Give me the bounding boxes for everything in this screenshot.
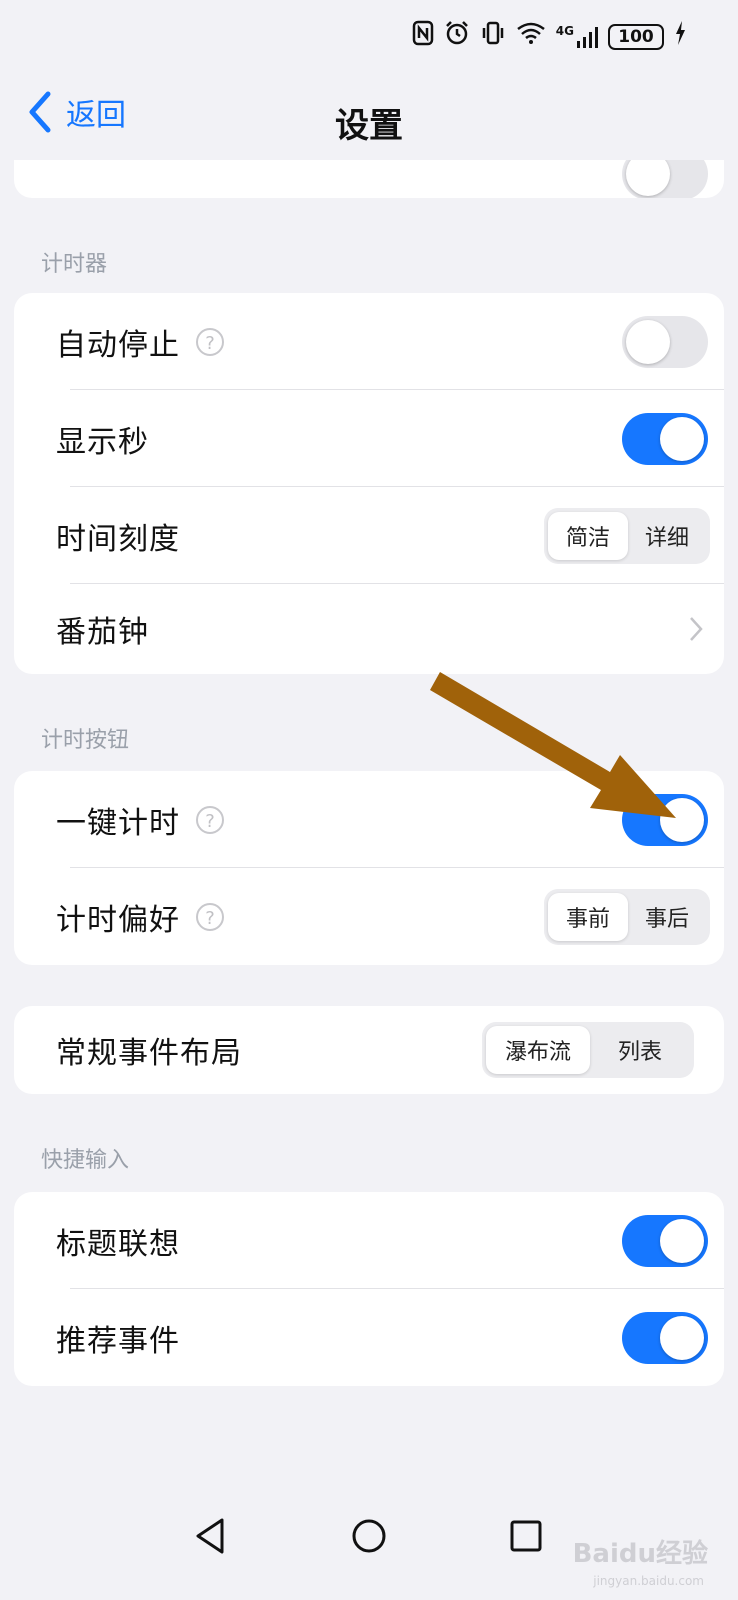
segment-option-list[interactable]: 列表 bbox=[590, 1026, 690, 1074]
event-layout-row: 常规事件布局 瀑布流 列表 bbox=[14, 1006, 724, 1094]
section-header-quick-input: 快捷输入 bbox=[41, 1148, 130, 1173]
quick-input-card: 标题联想 推荐事件 bbox=[14, 1192, 724, 1386]
back-triangle-icon[interactable] bbox=[192, 1516, 228, 1556]
title-suggest-label: 标题联想 bbox=[56, 1226, 180, 1262]
segment-option-detailed[interactable]: 详细 bbox=[628, 512, 706, 560]
page-title: 设置 bbox=[335, 106, 403, 146]
one-tap-toggle[interactable] bbox=[622, 793, 708, 846]
alarm-icon bbox=[444, 20, 470, 54]
segment-option-before[interactable]: 事前 bbox=[548, 892, 628, 941]
toggle-knob bbox=[660, 797, 704, 842]
show-seconds-row: 显示秒 bbox=[14, 390, 724, 487]
event-layout-segment: 瀑布流 列表 bbox=[482, 1022, 694, 1078]
wifi-icon bbox=[516, 21, 546, 53]
segment-option-waterfall[interactable]: 瀑布流 bbox=[486, 1026, 590, 1074]
toggle-knob bbox=[626, 319, 670, 364]
toggle-knob bbox=[626, 160, 670, 196]
recommend-event-toggle[interactable] bbox=[622, 1311, 708, 1364]
nav-bar: 返回 设置 bbox=[0, 70, 738, 160]
system-nav-bar: Baidu经验 jingyan.baidu.com bbox=[0, 1490, 738, 1600]
settings-card-partial bbox=[14, 160, 724, 198]
show-seconds-toggle[interactable] bbox=[622, 412, 708, 465]
signal-type-label: 4G bbox=[555, 24, 574, 38]
battery-level: 100 bbox=[618, 27, 654, 47]
time-scale-segment: 简洁 详细 bbox=[544, 507, 710, 564]
status-bar: 4G 100 bbox=[0, 0, 738, 70]
recommend-event-label: 推荐事件 bbox=[56, 1323, 180, 1359]
battery-icon: 100 bbox=[608, 24, 664, 50]
vibrate-icon bbox=[480, 20, 506, 54]
help-icon[interactable]: ? bbox=[196, 805, 224, 834]
recents-square-icon[interactable] bbox=[508, 1516, 544, 1556]
timer-button-card: 一键计时 ? 计时偏好 ? 事前 事后 bbox=[14, 771, 724, 965]
auto-stop-label: 自动停止 bbox=[56, 327, 180, 363]
home-circle-icon[interactable] bbox=[349, 1516, 389, 1556]
pomodoro-label: 番茄钟 bbox=[56, 615, 149, 650]
show-seconds-label: 显示秒 bbox=[56, 424, 149, 460]
timer-preference-segment: 事前 事后 bbox=[544, 888, 710, 945]
recommend-event-row: 推荐事件 bbox=[14, 1289, 724, 1386]
help-icon[interactable]: ? bbox=[196, 902, 224, 931]
partial-toggle[interactable] bbox=[622, 160, 708, 198]
time-scale-label: 时间刻度 bbox=[56, 521, 180, 557]
4g-signal-icon: 4G bbox=[556, 25, 598, 49]
toggle-knob bbox=[660, 416, 704, 461]
segment-option-after[interactable]: 事后 bbox=[628, 893, 706, 941]
segment-option-concise[interactable]: 简洁 bbox=[548, 511, 628, 560]
toggle-knob bbox=[660, 1218, 704, 1263]
title-suggest-row: 标题联想 bbox=[14, 1192, 724, 1289]
status-icons: 4G 100 bbox=[412, 20, 686, 54]
time-scale-row: 时间刻度 简洁 详细 bbox=[14, 487, 724, 584]
event-layout-label: 常规事件布局 bbox=[56, 1036, 242, 1071]
one-tap-label: 一键计时 bbox=[56, 805, 180, 841]
nfc-icon bbox=[412, 20, 434, 54]
auto-stop-toggle[interactable] bbox=[622, 315, 708, 368]
timer-card: 自动停止 ? 显示秒 时间刻度 简洁 详细 番茄钟 bbox=[14, 293, 724, 674]
toggle-knob bbox=[660, 1315, 704, 1360]
watermark-url: jingyan.baidu.com bbox=[593, 1574, 704, 1588]
timer-preference-label: 计时偏好 bbox=[56, 902, 180, 938]
chevron-right-icon bbox=[690, 617, 703, 641]
section-header-timer-button: 计时按钮 bbox=[41, 728, 130, 753]
timer-preference-row: 计时偏好 ? 事前 事后 bbox=[14, 868, 724, 965]
section-header-timer: 计时器 bbox=[41, 252, 108, 277]
watermark-logo: Baidu经验 bbox=[572, 1539, 708, 1569]
title-suggest-toggle[interactable] bbox=[622, 1214, 708, 1267]
auto-stop-row: 自动停止 ? bbox=[14, 293, 724, 390]
pomodoro-row[interactable]: 番茄钟 bbox=[14, 584, 724, 674]
event-layout-card: 常规事件布局 瀑布流 列表 bbox=[14, 1006, 724, 1094]
help-icon[interactable]: ? bbox=[196, 327, 224, 356]
charging-icon bbox=[674, 20, 686, 54]
one-tap-row: 一键计时 ? bbox=[14, 771, 724, 868]
